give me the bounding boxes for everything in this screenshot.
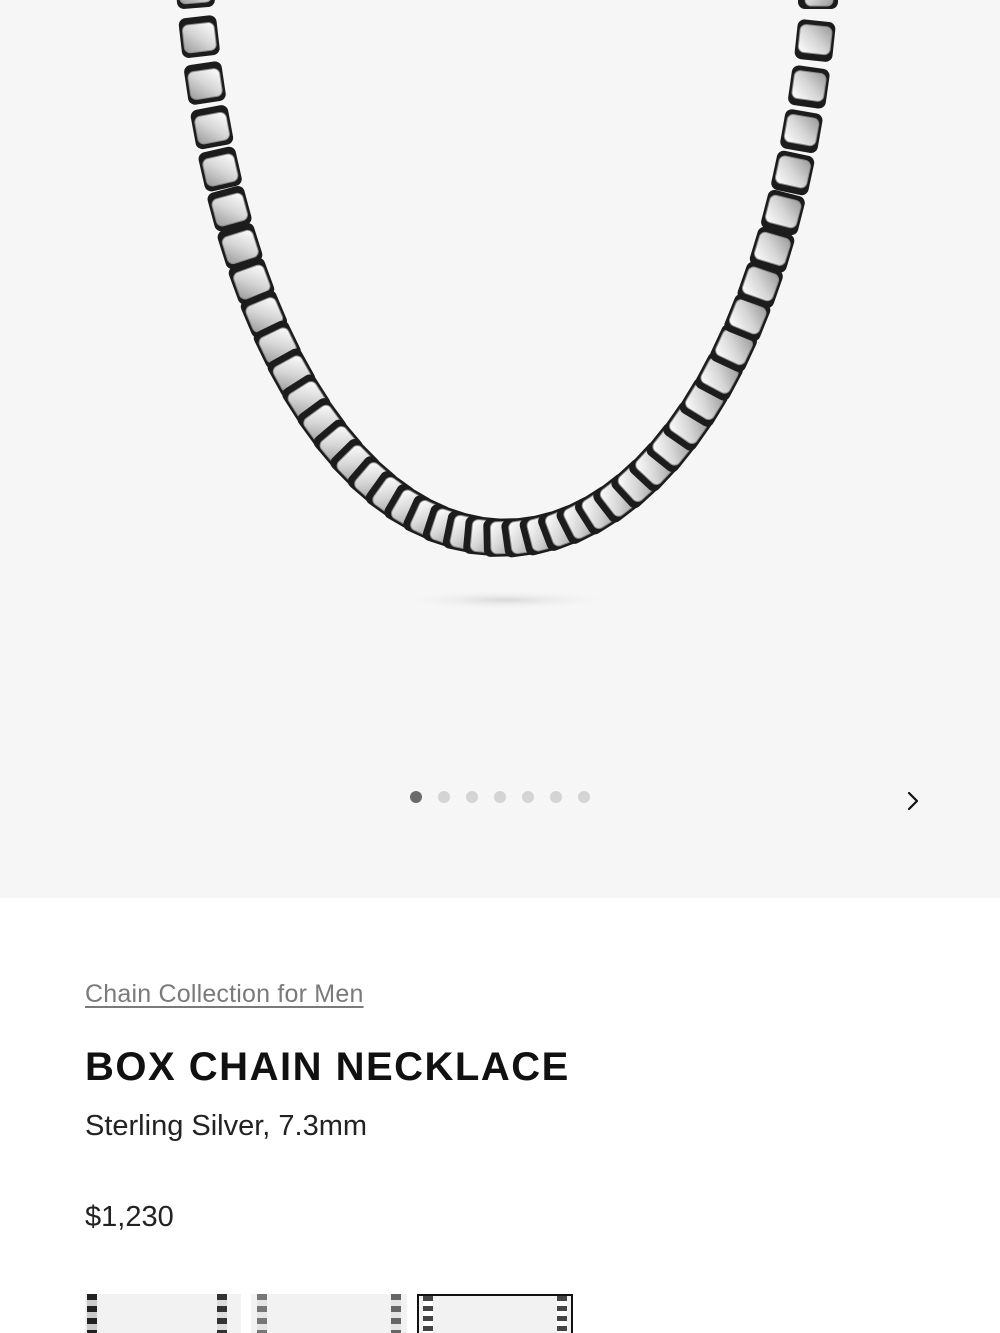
variant-thumb-1[interactable] <box>85 1294 241 1333</box>
chevron-right-icon <box>907 791 919 811</box>
carousel-dot[interactable] <box>550 791 562 803</box>
variant-thumb-2[interactable] <box>251 1294 407 1333</box>
carousel-dot[interactable] <box>522 791 534 803</box>
carousel-dot[interactable] <box>494 791 506 803</box>
variant-thumb-3[interactable] <box>417 1294 573 1333</box>
product-price: $1,230 <box>85 1201 174 1233</box>
breadcrumb-link[interactable]: Chain Collection for Men <box>85 980 364 1009</box>
product-subtitle: Sterling Silver, 7.3mm <box>85 1110 368 1142</box>
product-image-gallery[interactable] <box>0 0 1000 898</box>
carousel-dot[interactable] <box>466 791 478 803</box>
carousel-dot[interactable] <box>578 791 590 803</box>
carousel-dot[interactable] <box>438 791 450 803</box>
product-image <box>174 0 838 610</box>
variant-thumbnails <box>85 1294 573 1333</box>
carousel-dot[interactable] <box>410 791 422 803</box>
product-title: BOX CHAIN NECKLACE <box>85 1045 570 1089</box>
product-info: Chain Collection for Men BOX CHAIN NECKL… <box>85 980 915 1234</box>
carousel-dots <box>410 790 590 804</box>
next-slide-button[interactable] <box>896 784 930 818</box>
